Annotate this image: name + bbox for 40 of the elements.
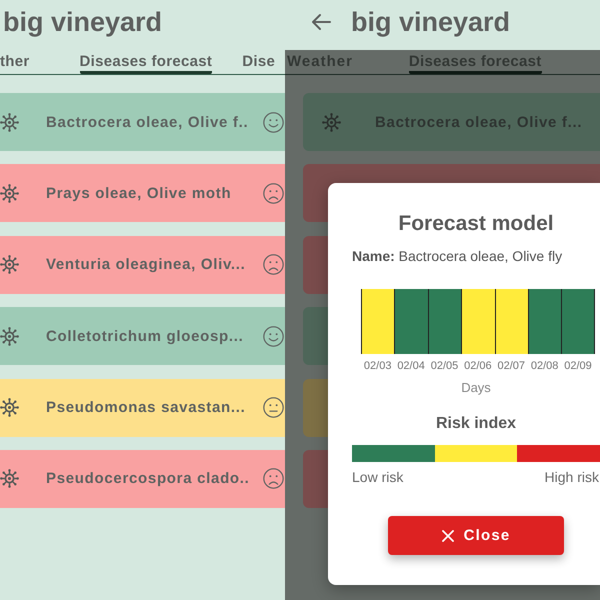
tab[interactable]: Dise [242, 50, 276, 74]
back-arrow-icon[interactable] [311, 13, 331, 31]
disease-name: Pseudomonas savastan... [46, 399, 247, 416]
low-risk-label: Low risk [352, 469, 404, 486]
date-label: 02/08 [530, 359, 558, 373]
disease-card[interactable]: Prays oleae, Olive moth [0, 164, 285, 222]
disease-card[interactable]: Pseudomonas savastan... [0, 378, 285, 437]
close-icon [442, 530, 454, 542]
disease-card[interactable]: Venturia oleaginea, Oliv... [0, 236, 285, 294]
high-risk-label: High risk [544, 469, 599, 486]
dialog-title: Forecast model [398, 211, 554, 237]
disease-name: Pseudocercospora clado.. [46, 470, 251, 488]
virus-icon [322, 112, 341, 132]
disease-card[interactable]: Colletotrichum gloeosp... [0, 307, 285, 366]
tab[interactable]: ther [0, 50, 30, 74]
date-label: 02/07 [497, 359, 526, 373]
date-label: 02/03 [364, 359, 392, 373]
date-label: 02/09 [564, 359, 592, 373]
virus-icon [0, 326, 19, 346]
disease-name-text: Name: Bactrocera oleae, Olive fly [352, 247, 562, 265]
date-label: 02/05 [430, 359, 458, 373]
virus-icon [0, 255, 19, 274]
virus-icon [0, 112, 19, 132]
tab[interactable]: Diseases forecast [80, 50, 212, 74]
virus-icon [0, 398, 19, 418]
close-button[interactable]: Close [388, 516, 564, 555]
disease-name: Prays oleae, Olive moth [46, 184, 232, 202]
date-label: 02/04 [397, 359, 425, 373]
virus-icon [0, 469, 19, 488]
screen-title: big vineyard [3, 6, 162, 38]
disease-name: Venturia oleaginea, Oliv... [46, 256, 247, 274]
disease-card[interactable]: Bactrocera oleae, Olive f.. [0, 93, 285, 151]
disease-card[interactable]: Pseudocercospora clado.. [0, 450, 285, 508]
screen-title: big vineyard [351, 6, 510, 38]
axis-label: Days [461, 380, 491, 396]
virus-icon [0, 184, 19, 203]
date-label: 02/06 [464, 359, 492, 373]
disease-name: Bactrocera oleae, Olive f.. [46, 114, 250, 130]
disease-name: Colletotrichum gloeosp... [46, 328, 245, 345]
risk-index-title: Risk index [436, 414, 516, 434]
